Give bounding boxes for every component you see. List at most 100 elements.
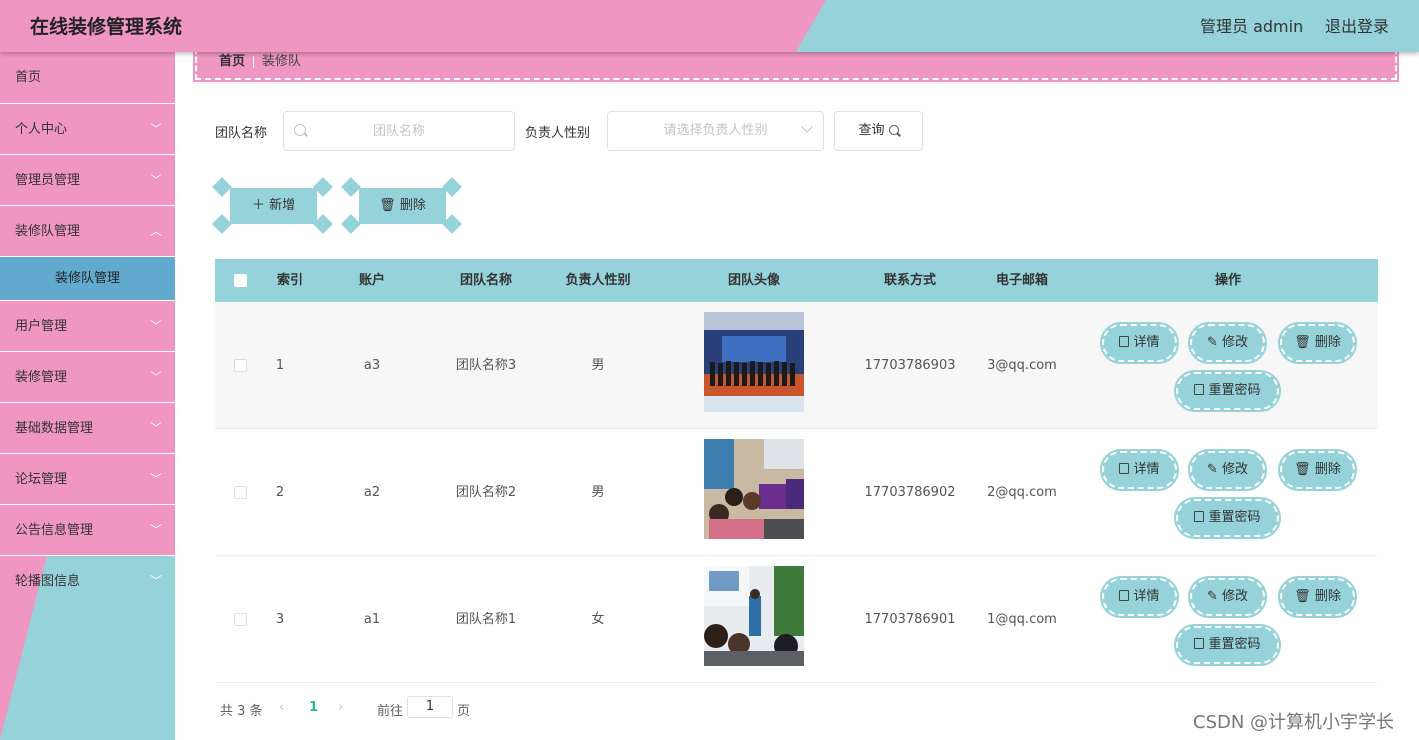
- sidebar-item-admin-management[interactable]: 管理员管理 ﹀: [0, 155, 175, 206]
- pagination-goto-input[interactable]: 1: [407, 696, 453, 718]
- row-checkbox[interactable]: [234, 613, 247, 626]
- chevron-down-icon: ﹀: [149, 122, 162, 136]
- delete-button-label: 删除: [1314, 335, 1341, 350]
- plus-icon: ＋: [251, 198, 270, 213]
- query-button[interactable]: 查询: [834, 111, 923, 151]
- edit-button[interactable]: ✎ 修改: [1188, 449, 1267, 491]
- sidebar-item-carousel[interactable]: 轮播图信息 ﹀: [0, 556, 175, 607]
- sidebar-item-notice-management[interactable]: 公告信息管理 ﹀: [0, 505, 175, 556]
- sidebar-subitem-team-management[interactable]: 装修队管理: [0, 257, 175, 301]
- pencil-icon: ✎: [1206, 335, 1222, 350]
- cell-phone: 17703786903: [864, 358, 956, 373]
- document-icon: [1119, 463, 1130, 474]
- cell-gender: 男: [591, 485, 605, 500]
- select-all-checkbox[interactable]: [234, 274, 247, 287]
- sidebar-item-label: 装修队管理: [15, 224, 81, 239]
- team-avatar-image[interactable]: [704, 312, 804, 412]
- column-header-avatar: 团队头像: [727, 273, 780, 288]
- sidebar-item-personal-center[interactable]: 个人中心 ﹀: [0, 104, 175, 155]
- chevron-up-icon: ︿: [149, 224, 162, 238]
- sidebar-item-user-management[interactable]: 用户管理 ﹀: [0, 301, 175, 352]
- sidebar-item-home[interactable]: 首页: [0, 52, 175, 104]
- sidebar-item-label: 个人中心: [15, 122, 68, 137]
- team-name-field[interactable]: [283, 111, 515, 151]
- document-icon: [1194, 511, 1205, 522]
- table-row: 1 a3 团队名称3 男 17703786903 3@qq.com 详情 ✎ 修…: [215, 302, 1378, 429]
- delete-button[interactable]: 🗑 删除: [1278, 576, 1357, 618]
- sidebar-item-forum-management[interactable]: 论坛管理 ﹀: [0, 454, 175, 505]
- cell-email: 3@qq.com: [987, 358, 1057, 373]
- sidebar-item-label: 首页: [15, 70, 42, 85]
- reset-password-button[interactable]: 重置密码: [1174, 624, 1281, 666]
- add-button[interactable]: ＋ 新增: [230, 188, 317, 224]
- query-button-label: 查询: [858, 123, 885, 138]
- table-header: 索引 账户 团队名称 负责人性别 团队头像 联系方式 电子邮箱 操作: [215, 259, 1378, 302]
- chevron-down-icon: ﹀: [149, 421, 162, 435]
- pagination-page[interactable]: 1: [309, 700, 318, 715]
- cell-index: 1: [275, 358, 285, 373]
- cell-index: 2: [275, 485, 285, 500]
- cell-phone: 17703786902: [864, 485, 956, 500]
- team-avatar-image[interactable]: [704, 566, 804, 666]
- button-corner-decoration: [341, 177, 361, 197]
- edit-button-label: 修改: [1222, 335, 1249, 350]
- reset-password-label: 重置密码: [1208, 510, 1261, 525]
- main-content: 首页 装修队 团队名称 负责人性别 请选择负责人性别 查询 ＋ 新增 🗑 删除 索…: [175, 46, 1419, 740]
- document-icon: [1194, 638, 1205, 649]
- detail-button[interactable]: 详情: [1100, 322, 1179, 364]
- button-corner-decoration: [212, 214, 232, 234]
- detail-button[interactable]: 详情: [1100, 449, 1179, 491]
- sidebar-item-team-management[interactable]: 装修队管理 ︿: [0, 206, 175, 257]
- breadcrumb-bar: 首页 装修队: [193, 46, 1399, 82]
- cell-account: a1: [363, 612, 381, 627]
- team-avatar-image[interactable]: [704, 439, 804, 539]
- sidebar-item-base-data-management[interactable]: 基础数据管理 ﹀: [0, 403, 175, 454]
- gender-select[interactable]: 请选择负责人性别: [607, 111, 824, 151]
- team-table: 索引 账户 团队名称 负责人性别 团队头像 联系方式 电子邮箱 操作 1 a3 …: [215, 259, 1378, 683]
- cell-gender: 男: [591, 358, 605, 373]
- column-header-phone: 联系方式: [883, 273, 936, 288]
- detail-button-label: 详情: [1133, 335, 1160, 350]
- chevron-left-icon[interactable]: ‹: [279, 700, 284, 715]
- trash-icon: 🗑: [1294, 462, 1315, 477]
- sidebar-item-renovation-management[interactable]: 装修管理 ﹀: [0, 352, 175, 403]
- row-checkbox[interactable]: [234, 486, 247, 499]
- search-icon: [294, 124, 306, 136]
- cell-gender: 女: [591, 612, 605, 627]
- logout-link[interactable]: 退出登录: [1325, 13, 1389, 37]
- sidebar-item-label: 论坛管理: [15, 472, 68, 487]
- chevron-right-icon[interactable]: ›: [338, 700, 343, 715]
- app-title: 在线装修管理系统: [30, 16, 183, 38]
- row-checkbox[interactable]: [234, 359, 247, 372]
- delete-button-label: 删除: [1314, 589, 1341, 604]
- reset-password-button[interactable]: 重置密码: [1174, 370, 1281, 412]
- delete-button[interactable]: 🗑 删除: [1278, 449, 1357, 491]
- column-header-team-name: 团队名称: [459, 273, 512, 288]
- cell-account: a2: [363, 485, 381, 500]
- pencil-icon: ✎: [1206, 589, 1222, 604]
- delete-button-label: 删除: [1314, 462, 1341, 477]
- detail-button[interactable]: 详情: [1100, 576, 1179, 618]
- watermark: CSDN @计算机小宇学长: [1193, 712, 1395, 733]
- edit-button[interactable]: ✎ 修改: [1188, 576, 1267, 618]
- delete-button[interactable]: 🗑 删除: [1278, 322, 1357, 364]
- add-button-label: 新增: [269, 198, 296, 213]
- chevron-down-icon: ﹀: [149, 574, 162, 588]
- detail-button-label: 详情: [1133, 462, 1160, 477]
- cell-email: 1@qq.com: [987, 612, 1057, 627]
- pencil-icon: ✎: [1206, 462, 1222, 477]
- batch-delete-button[interactable]: 🗑 删除: [359, 188, 446, 224]
- table-row: 2 a2 团队名称2 男 17703786902 2@qq.com 详情 ✎ 修…: [215, 429, 1378, 556]
- cell-team-name: 团队名称2: [455, 485, 517, 500]
- reset-password-button[interactable]: 重置密码: [1174, 497, 1281, 539]
- edit-button[interactable]: ✎ 修改: [1188, 322, 1267, 364]
- sidebar-item-label: 用户管理: [15, 319, 68, 334]
- breadcrumb-home[interactable]: 首页: [219, 54, 245, 69]
- chevron-down-icon: ﹀: [149, 370, 162, 384]
- column-header-gender: 负责人性别: [565, 273, 631, 288]
- team-name-input[interactable]: [284, 112, 514, 150]
- edit-button-label: 修改: [1222, 589, 1249, 604]
- table-row: 3 a1 团队名称1 女 17703786901 1@qq.com 详情 ✎ 修…: [215, 556, 1378, 683]
- trash-icon: 🗑: [1294, 589, 1315, 604]
- pagination-total: 共 3 条: [220, 704, 263, 719]
